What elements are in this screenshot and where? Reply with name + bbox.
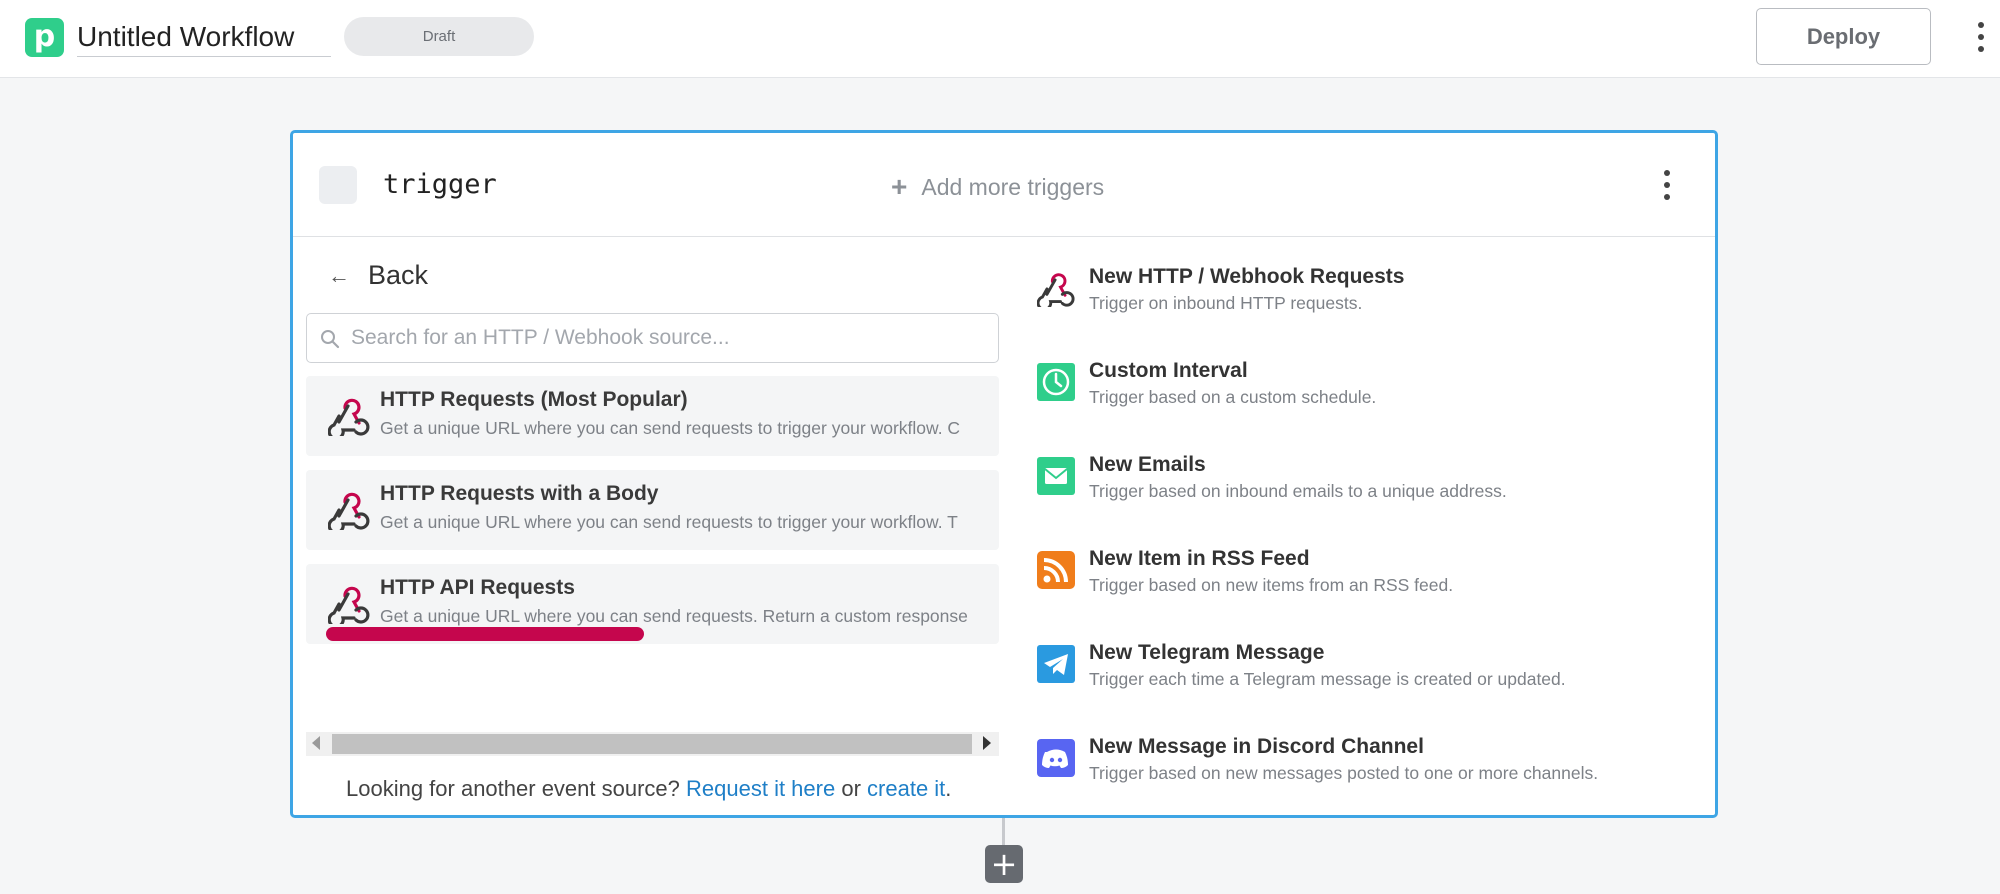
app-item-telegram[interactable]: New Telegram Message Trigger each time a…: [1037, 641, 1677, 711]
trigger-app-icon: [319, 166, 357, 204]
footer-or: or: [841, 776, 861, 801]
app-item-rss-feed[interactable]: New Item in RSS Feed Trigger based on ne…: [1037, 547, 1677, 617]
plus-icon: +: [891, 171, 908, 202]
app-name: Custom Interval: [1089, 359, 1248, 382]
app-name: New HTTP / Webhook Requests: [1089, 265, 1405, 288]
app-item-discord[interactable]: New Message in Discord Channel Trigger b…: [1037, 735, 1677, 805]
email-icon: [1037, 457, 1075, 495]
workflow-title-input[interactable]: [77, 17, 331, 57]
app-description: Trigger based on a custom schedule.: [1089, 387, 1377, 407]
request-it-link[interactable]: Request it here: [686, 776, 835, 801]
trigger-name[interactable]: trigger: [383, 169, 497, 200]
more-options-icon[interactable]: [1975, 22, 1987, 52]
webhook-icon: [328, 586, 370, 624]
step-connector: [1002, 818, 1005, 848]
source-name: HTTP Requests (Most Popular): [380, 388, 688, 411]
app-name: New Telegram Message: [1089, 641, 1325, 664]
top-bar: p Draft Deploy: [0, 0, 2000, 78]
source-item-http-requests-body[interactable]: HTTP Requests with a Body Get a unique U…: [306, 470, 999, 550]
rss-icon: [1037, 551, 1075, 589]
add-more-triggers-label: Add more triggers: [921, 173, 1105, 200]
source-item-http-requests[interactable]: HTTP Requests (Most Popular) Get a uniqu…: [306, 376, 999, 456]
trigger-card: trigger + Add more triggers ← Back HTTP …: [290, 130, 1718, 818]
webhook-icon: [328, 398, 370, 436]
deploy-button[interactable]: Deploy: [1756, 8, 1931, 65]
pipedream-logo[interactable]: p: [25, 18, 64, 57]
scroll-right-icon[interactable]: [983, 736, 991, 750]
scroll-left-icon[interactable]: [312, 736, 320, 750]
trigger-card-header: trigger + Add more triggers: [293, 133, 1715, 237]
app-name: New Emails: [1089, 453, 1206, 476]
app-item-custom-interval[interactable]: Custom Interval Trigger based on a custo…: [1037, 359, 1677, 429]
add-step-button[interactable]: +: [985, 845, 1023, 883]
scrollbar-thumb[interactable]: [332, 734, 972, 754]
source-description: Get a unique URL where you can send requ…: [380, 512, 958, 532]
trigger-options-icon[interactable]: [1661, 170, 1673, 200]
status-badge: Draft: [344, 17, 534, 56]
app-description: Trigger on inbound HTTP requests.: [1089, 293, 1363, 313]
footer-period: .: [945, 776, 952, 801]
source-name: HTTP Requests with a Body: [380, 482, 659, 505]
arrow-left-icon: ←: [328, 262, 350, 288]
app-name: New Message in Discord Channel: [1089, 735, 1424, 758]
discord-icon: [1037, 739, 1075, 777]
source-description: Get a unique URL where you can send requ…: [380, 606, 968, 626]
add-more-triggers-button[interactable]: + Add more triggers: [891, 171, 1104, 203]
webhook-icon: [1037, 273, 1075, 307]
source-description: Get a unique URL where you can send requ…: [380, 418, 961, 438]
telegram-icon: [1037, 645, 1075, 683]
app-description: Trigger each time a Telegram message is …: [1089, 669, 1566, 689]
back-label: Back: [368, 260, 429, 290]
clock-icon: [1037, 363, 1075, 401]
app-description: Trigger based on new items from an RSS f…: [1089, 575, 1454, 595]
search-icon: [321, 330, 340, 349]
source-search[interactable]: [306, 313, 999, 363]
app-item-new-emails[interactable]: New Emails Trigger based on inbound emai…: [1037, 453, 1677, 523]
app-description: Trigger based on new messages posted to …: [1089, 763, 1599, 783]
search-input[interactable]: [351, 322, 981, 354]
horizontal-scrollbar[interactable]: [306, 732, 999, 756]
app-item-http-webhook[interactable]: New HTTP / Webhook Requests Trigger on i…: [1037, 265, 1677, 335]
footer-text: Looking for another event source?: [346, 776, 680, 801]
highlight-underline: [326, 627, 644, 641]
app-name: New Item in RSS Feed: [1089, 547, 1310, 570]
app-description: Trigger based on inbound emails to a uni…: [1089, 481, 1507, 501]
webhook-icon: [328, 492, 370, 530]
source-name: HTTP API Requests: [380, 576, 575, 599]
back-button[interactable]: ← Back: [328, 260, 428, 291]
create-it-link[interactable]: create it: [867, 776, 945, 801]
event-source-footer: Looking for another event source? Reques…: [346, 776, 951, 802]
